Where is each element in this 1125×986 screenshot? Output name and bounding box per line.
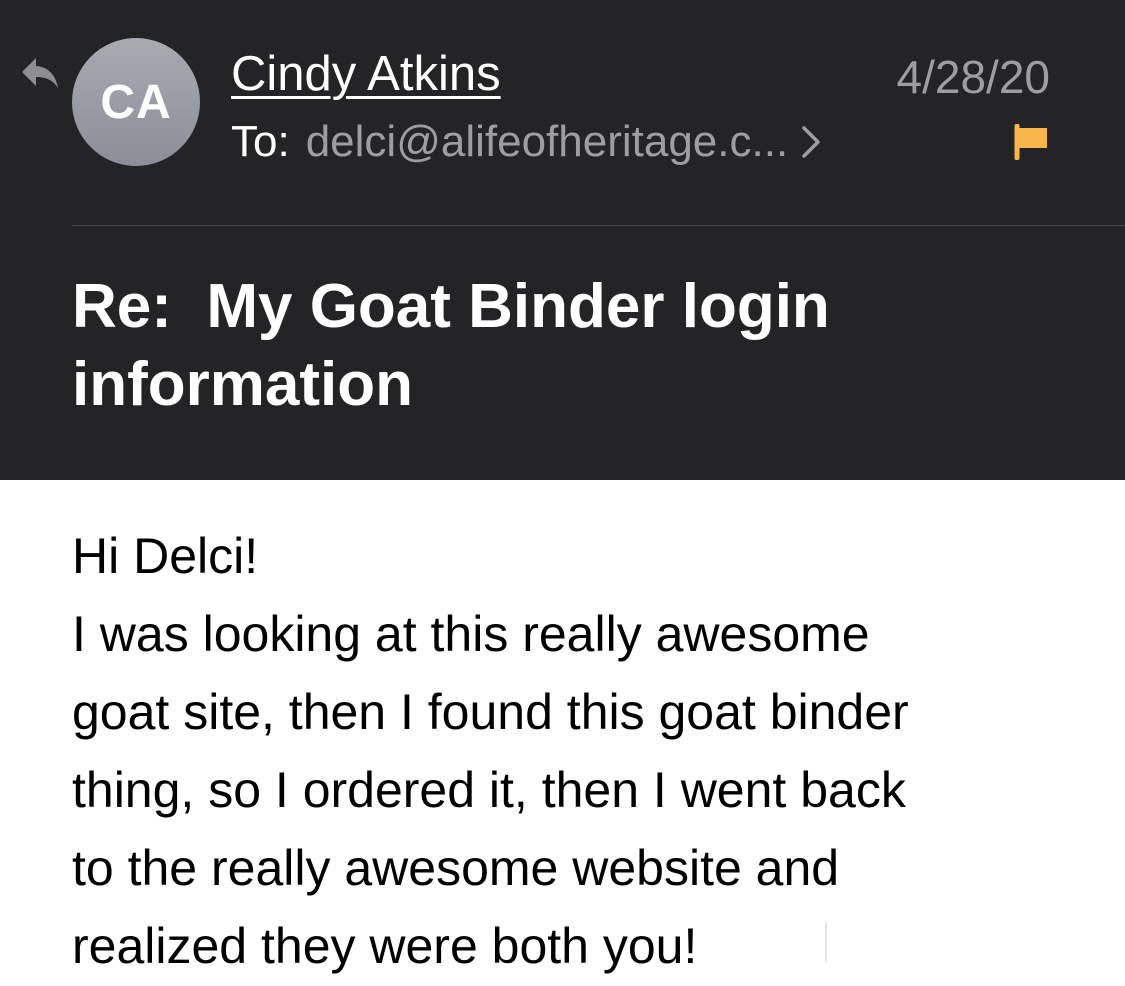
email-body: Hi Delci! I was looking at this really a… [72,517,1092,985]
avatar-initials: CA [100,75,172,129]
body-line: realized they were both you! [72,918,698,974]
recipients-row[interactable]: To: delci@alifeofheritage.c... [231,117,822,167]
body-line: Hi Delci! [72,528,259,584]
body-line: I was looking at this really awesome [72,606,870,662]
to-label: To: [231,117,290,166]
body-line: to the really awesome website and [72,840,840,896]
to-address: delci@alifeofheritage.c... [305,117,789,166]
body-line: thing, so I ordered it, then I went back [72,762,906,818]
sender-name-link[interactable]: Cindy Atkins [231,46,501,102]
email-subject: Re: My Goat Binder login information [72,272,848,419]
reply-icon[interactable] [18,52,62,92]
email-date: 4/28/20 [896,51,1050,103]
email-header: CA Cindy Atkins 4/28/20 To: delci@alifeo… [0,0,1125,480]
body-line: goat site, then I found this goat binder [72,684,909,740]
header-divider [72,225,1125,226]
text-cursor [825,922,827,962]
avatar[interactable]: CA [72,38,200,166]
chevron-right-icon [802,126,820,158]
flag-icon [1014,124,1047,160]
